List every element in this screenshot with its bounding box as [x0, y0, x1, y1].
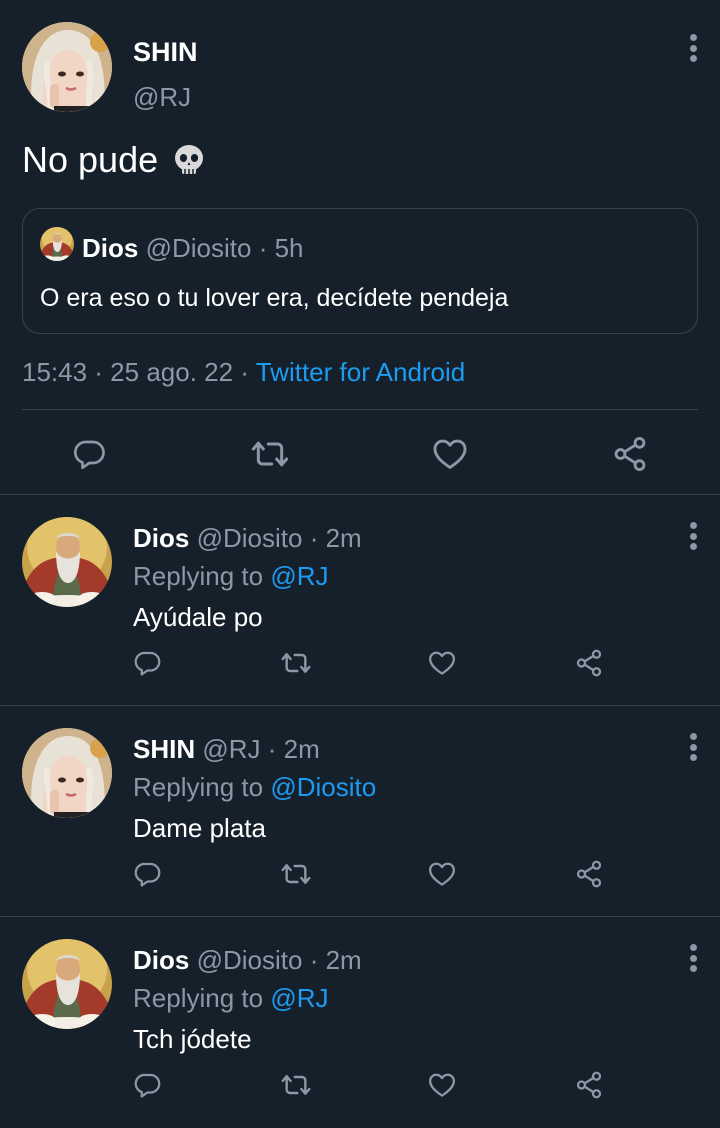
like-icon[interactable] [424, 856, 460, 892]
avatar[interactable] [22, 728, 112, 818]
reply-text: Dame plata [133, 813, 266, 843]
tweet-actions [0, 430, 720, 476]
avatar [40, 227, 74, 261]
reply-text: Ayúdale po [133, 602, 263, 632]
replying-to: Replying to @RJ [133, 983, 328, 1014]
quoted-tweet-header: Dios @Diosito · 5h [82, 233, 304, 264]
quoted-tweet-text: O era eso o tu lover era, decídete pende… [40, 284, 509, 312]
reply-icon[interactable] [68, 432, 112, 476]
reply-icon[interactable] [130, 856, 166, 892]
reply-actions [0, 1065, 720, 1105]
retweet-icon[interactable] [278, 856, 314, 892]
replying-prefix: Replying to [133, 983, 264, 1013]
reply-header: Dios @Diosito · 2m [133, 523, 362, 554]
mention-link[interactable]: @Diosito [270, 772, 376, 802]
author-name[interactable]: SHIN [133, 37, 198, 68]
replying-to: Replying to @RJ [133, 561, 328, 592]
tweet-text: No pude [22, 139, 206, 181]
author-handle: @RJ [202, 734, 261, 764]
more-options-icon[interactable] [683, 941, 703, 975]
tweet-timestamp: 15:43 · 25 ago. 22 · [22, 357, 249, 387]
share-icon[interactable] [571, 856, 607, 892]
reply-actions [0, 854, 720, 894]
reply-icon[interactable] [130, 1067, 166, 1103]
tweet-source-link[interactable]: Twitter for Android [256, 357, 466, 387]
author-name[interactable]: SHIN [133, 734, 195, 764]
tweet-metadata: 15:43 · 25 ago. 22 · Twitter for Android [22, 357, 465, 388]
reply-tweet[interactable]: Dios @Diosito · 2m Replying to @RJ Tch j… [0, 917, 720, 1127]
divider [22, 409, 698, 410]
replying-prefix: Replying to [133, 561, 264, 591]
author-handle: @Diosito [196, 945, 303, 975]
author-name[interactable]: Dios [133, 945, 189, 975]
reply-tweet[interactable]: Dios @Diosito · 2m Replying to @RJ Ayúda… [0, 495, 720, 705]
share-icon[interactable] [571, 645, 607, 681]
quoted-separator: · [258, 233, 268, 263]
avatar[interactable] [22, 517, 112, 607]
reply-text: Tch jódete [133, 1024, 252, 1054]
retweet-icon[interactable] [248, 432, 292, 476]
tweet-thread: SHIN @RJ No pude Dios @Diosito · 5h O er… [0, 0, 720, 1128]
like-icon[interactable] [428, 432, 472, 476]
reply-header: SHIN @RJ · 2m [133, 734, 320, 765]
reply-time: · 2m [309, 945, 362, 975]
more-options-icon[interactable] [683, 730, 703, 764]
author-handle: @Diosito [196, 523, 303, 553]
reply-time: · 2m [309, 523, 362, 553]
avatar[interactable] [22, 22, 112, 112]
mention-link[interactable]: @RJ [270, 561, 328, 591]
author-name[interactable]: Dios [133, 523, 189, 553]
replying-prefix: Replying to [133, 772, 264, 802]
more-options-icon[interactable] [683, 519, 703, 553]
share-icon[interactable] [571, 1067, 607, 1103]
quoted-author-name: Dios [82, 233, 139, 263]
reply-time: · 2m [267, 734, 320, 764]
retweet-icon[interactable] [278, 1067, 314, 1103]
like-icon[interactable] [424, 1067, 460, 1103]
avatar[interactable] [22, 939, 112, 1029]
skull-emoji-icon [175, 145, 204, 174]
author-handle[interactable]: @RJ [133, 82, 191, 113]
retweet-icon[interactable] [278, 645, 314, 681]
quoted-tweet[interactable]: Dios @Diosito · 5h O era eso o tu lover … [22, 208, 698, 334]
tweet-text-content: No pude [22, 139, 159, 180]
main-tweet: SHIN @RJ No pude Dios @Diosito · 5h O er… [0, 0, 720, 494]
reply-header: Dios @Diosito · 2m [133, 945, 362, 976]
share-icon[interactable] [608, 432, 652, 476]
replying-to: Replying to @Diosito [133, 772, 376, 803]
reply-tweet[interactable]: SHIN @RJ · 2m Replying to @Diosito Dame … [0, 706, 720, 916]
quoted-author-handle: @Diosito [145, 233, 252, 263]
reply-actions [0, 643, 720, 683]
mention-link[interactable]: @RJ [270, 983, 328, 1013]
more-options-icon[interactable] [683, 31, 703, 65]
like-icon[interactable] [424, 645, 460, 681]
reply-icon[interactable] [130, 645, 166, 681]
quoted-time: 5h [274, 233, 304, 263]
